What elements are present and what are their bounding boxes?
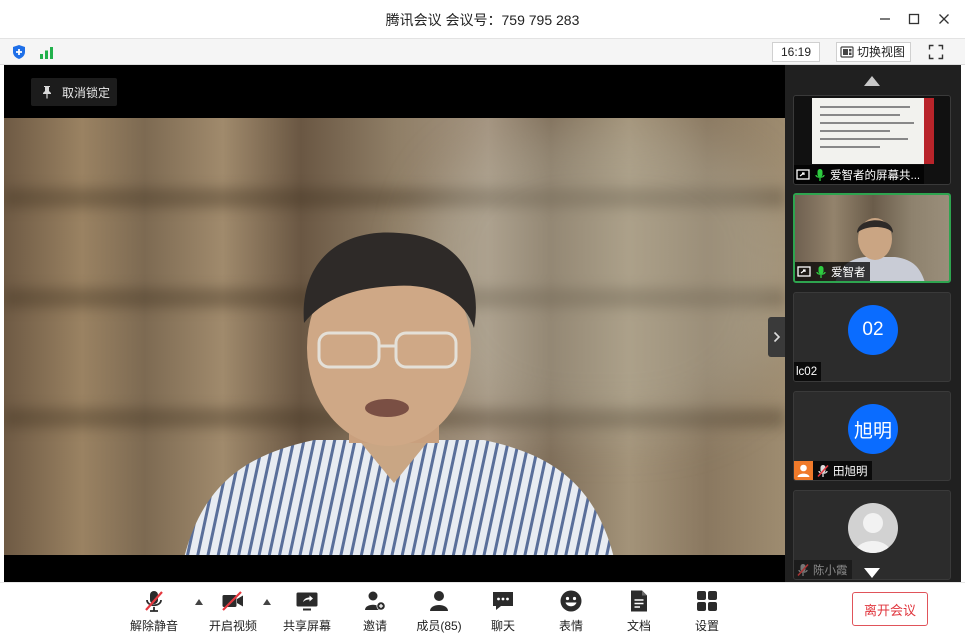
settings-label: 设置 bbox=[694, 619, 719, 633]
camera-off-icon bbox=[222, 591, 243, 611]
screen-share-icon bbox=[796, 168, 810, 180]
default-avatar bbox=[848, 503, 898, 553]
main-video-area[interactable]: 取消锁定 bbox=[4, 65, 785, 582]
invite-label: 邀请 bbox=[362, 619, 387, 633]
meeting-toolbar: 解除静音 开启视频 共享屏幕 邀请 成员(85) 聊天 表情 文档 设置 离开会… bbox=[0, 582, 965, 641]
microphone-muted-icon bbox=[145, 591, 163, 612]
microphone-icon bbox=[815, 168, 825, 181]
microphone-muted-icon bbox=[797, 563, 809, 576]
collapse-panel-button[interactable] bbox=[768, 317, 785, 357]
speaker-figure bbox=[184, 228, 614, 555]
close-button[interactable] bbox=[933, 8, 955, 30]
network-signal-icon[interactable] bbox=[39, 44, 55, 60]
unpin-button[interactable]: 取消锁定 bbox=[31, 78, 117, 106]
audio-options-caret-icon[interactable] bbox=[194, 598, 204, 606]
settings-grid-icon bbox=[697, 591, 717, 611]
scroll-up-icon[interactable] bbox=[863, 75, 881, 87]
participant-tile-active[interactable]: 爱智者 bbox=[793, 193, 951, 283]
maximize-button[interactable] bbox=[903, 8, 925, 30]
microphone-muted-icon bbox=[817, 464, 829, 477]
invite-user-icon bbox=[365, 591, 386, 611]
members-icon bbox=[430, 591, 448, 611]
participant-name: 田旭明 bbox=[833, 465, 868, 478]
participant-tile[interactable]: 02 lc02 bbox=[793, 292, 951, 382]
members-button[interactable]: 成员(85) bbox=[414, 589, 464, 637]
settings-button[interactable]: 设置 bbox=[693, 589, 721, 637]
documents-label: 文档 bbox=[626, 619, 651, 633]
participant-label: lc02 bbox=[794, 362, 822, 381]
meeting-clock: 16:19 bbox=[772, 42, 820, 62]
participant-name: 陈小霞 bbox=[813, 564, 848, 577]
security-shield-icon[interactable] bbox=[11, 44, 27, 60]
share-screen-button[interactable]: 共享屏幕 bbox=[283, 589, 331, 637]
chat-label: 聊天 bbox=[490, 619, 515, 633]
switch-view-label: 切换视图 bbox=[857, 45, 906, 59]
screen-share-icon bbox=[797, 265, 811, 277]
minimize-button[interactable] bbox=[874, 8, 896, 30]
emoji-button[interactable]: 表情 bbox=[557, 589, 585, 637]
start-video-button[interactable]: 开启视频 bbox=[209, 589, 257, 637]
unpin-label: 取消锁定 bbox=[62, 85, 111, 100]
unmute-label: 解除静音 bbox=[130, 619, 179, 633]
avatar: 旭明 bbox=[848, 404, 898, 454]
participant-tile[interactable]: 爱智者的屏幕共... bbox=[793, 95, 951, 185]
participant-name: lc02 bbox=[796, 365, 818, 378]
participant-name: 爱智者的屏幕共... bbox=[830, 169, 921, 182]
leave-meeting-button[interactable]: 离开会议 bbox=[852, 592, 928, 626]
host-icon bbox=[794, 461, 813, 480]
share-screen-label: 共享屏幕 bbox=[283, 619, 332, 633]
participant-name: 爱智者 bbox=[831, 266, 866, 279]
title-bar: 腾讯会议 会议号：759 795 283 bbox=[0, 0, 965, 39]
close-icon bbox=[939, 14, 949, 24]
scroll-down-icon[interactable] bbox=[863, 567, 881, 579]
minimize-icon bbox=[880, 18, 890, 20]
emoji-smile-icon bbox=[560, 590, 582, 612]
speaker-video bbox=[4, 118, 785, 555]
participant-label: 田旭明 bbox=[794, 461, 872, 480]
unmute-button[interactable]: 解除静音 bbox=[130, 589, 179, 637]
participant-label: 爱智者 bbox=[795, 262, 870, 281]
microphone-icon bbox=[816, 265, 826, 278]
share-screen-icon bbox=[296, 592, 318, 611]
participants-video-panel: 爱智者的屏幕共... 爱智者 02 lc02 旭明 田旭明 陈小霞 bbox=[785, 65, 961, 582]
start-video-label: 开启视频 bbox=[209, 619, 258, 633]
participant-tile[interactable]: 旭明 田旭明 bbox=[793, 391, 951, 481]
switch-view-button[interactable]: 切换视图 bbox=[836, 42, 911, 62]
window-title: 腾讯会议 会议号：759 795 283 bbox=[385, 12, 580, 28]
chevron-right-icon bbox=[773, 331, 780, 343]
avatar: 02 bbox=[848, 305, 898, 355]
emoji-label: 表情 bbox=[558, 619, 583, 633]
participant-label: 陈小霞 bbox=[794, 560, 852, 579]
status-bar: 16:19 切换视图 bbox=[0, 39, 965, 65]
switch-view-icon bbox=[840, 46, 854, 58]
members-label: 成员(85) bbox=[416, 619, 462, 633]
invite-button[interactable]: 邀请 bbox=[359, 589, 391, 637]
chat-button[interactable]: 聊天 bbox=[489, 589, 517, 637]
maximize-icon bbox=[908, 13, 920, 25]
chat-icon bbox=[493, 592, 513, 610]
document-icon bbox=[631, 590, 647, 612]
fullscreen-icon[interactable] bbox=[928, 44, 944, 60]
participant-label: 爱智者的屏幕共... bbox=[794, 165, 925, 184]
video-options-caret-icon[interactable] bbox=[262, 598, 272, 606]
pin-icon bbox=[43, 86, 51, 99]
documents-button[interactable]: 文档 bbox=[625, 589, 653, 637]
